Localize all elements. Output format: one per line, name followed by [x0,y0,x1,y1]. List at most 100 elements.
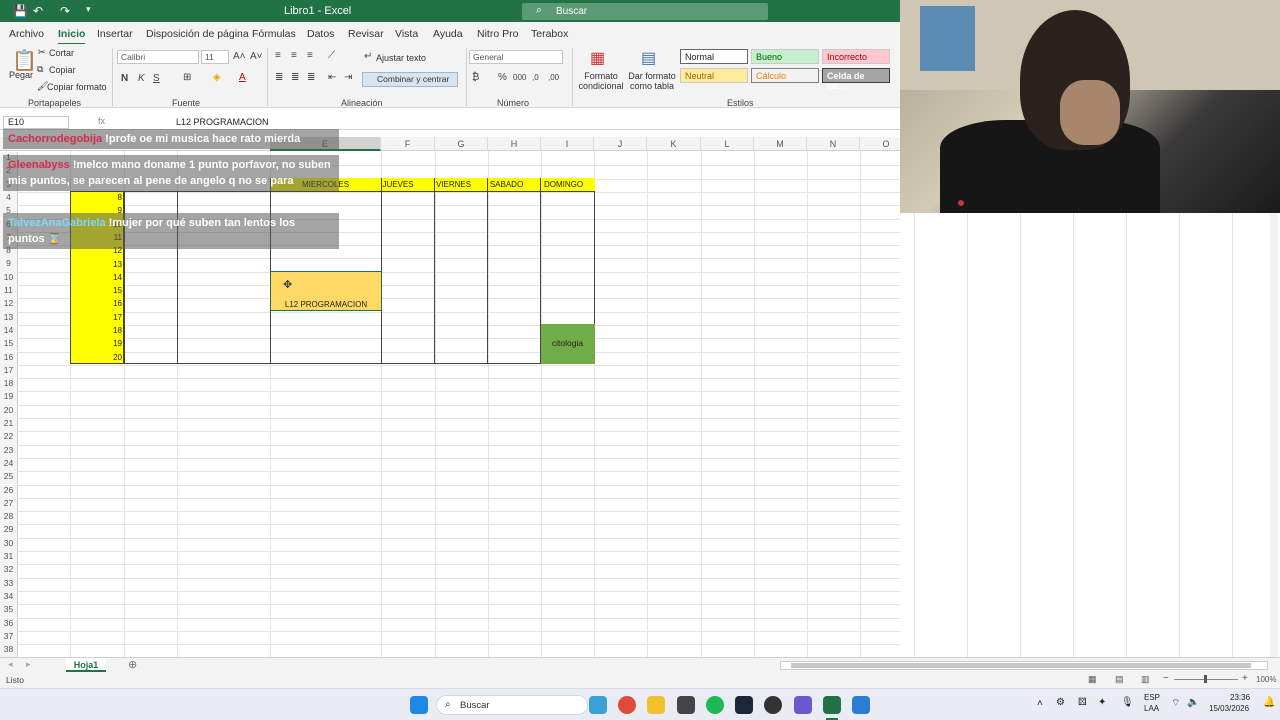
cell-citologia[interactable]: citologia [541,324,595,364]
spotify-icon[interactable] [706,696,724,714]
tray-app-icon[interactable]: ⚙ [1056,697,1065,708]
tray-app-icon[interactable]: ⚄ [1078,697,1087,708]
align-top-icon[interactable]: ≡ [275,50,281,61]
column-header-f[interactable]: F [381,137,435,151]
row-header[interactable]: 34 [0,590,18,605]
align-right-icon[interactable]: ≣ [307,72,315,83]
notepad-icon[interactable] [852,696,870,714]
tray-app-icon[interactable]: ✦ [1098,697,1106,708]
wrap-text-icon[interactable]: ↵ [364,51,372,62]
italic-icon[interactable]: K [138,73,145,84]
percent-icon[interactable]: % [498,72,507,83]
hour-cell[interactable]: 16 [70,298,122,309]
row-header[interactable]: 10 [0,271,18,285]
zoom-in-icon[interactable]: + [1242,673,1248,684]
zoom-out-icon[interactable]: − [1163,673,1169,684]
row-header[interactable]: 13 [0,311,18,325]
add-sheet-icon[interactable]: ⊕ [128,658,137,671]
row-header[interactable]: 29 [0,524,18,538]
steam-icon[interactable] [735,696,753,714]
copilot-icon[interactable] [589,696,607,714]
column-header-g[interactable]: G [435,137,488,151]
page-break-icon[interactable]: ▥ [1141,674,1150,685]
style-bueno[interactable]: Bueno [751,49,819,64]
style-celda[interactable]: Celda de co... [822,68,890,91]
vertical-scrollbar[interactable] [1270,213,1278,657]
zoom-level[interactable]: 100% [1256,675,1276,684]
paste-button[interactable]: Pegar [9,70,33,80]
align-center-icon[interactable]: ≣ [291,72,299,83]
row-header[interactable]: 28 [0,511,18,525]
prev-sheet-icon[interactable]: ◂ [8,659,13,670]
wrap-text-button[interactable]: Ajustar texto [376,53,426,63]
hour-cell[interactable]: 17 [70,312,122,323]
volume-icon[interactable]: 🔈 [1187,697,1199,708]
tray-chevron-icon[interactable]: ˄ [1037,698,1043,709]
currency-icon[interactable]: ₿ [472,72,479,83]
tab-datos[interactable]: Datos [307,28,334,40]
increase-decimal-icon[interactable]: ,0 [532,73,539,82]
increase-indent-icon[interactable]: ⇥ [344,72,352,83]
cut-button[interactable]: Cortar [49,48,74,58]
align-bottom-icon[interactable]: ≡ [307,50,313,61]
row-header[interactable]: 17 [0,364,18,379]
style-calculo[interactable]: Cálculo [751,68,819,83]
notifications-icon[interactable]: 🔔 [1263,697,1275,708]
column-header-o[interactable]: O [860,137,900,151]
borders-icon[interactable]: ⊞ [183,72,191,83]
row-header[interactable]: 23 [0,444,18,458]
row-header[interactable]: 30 [0,537,18,551]
column-header-i[interactable]: I [541,137,594,151]
cut-icon[interactable]: ✂ [38,47,46,58]
row-header[interactable]: 19 [0,391,18,405]
row-header[interactable]: 20 [0,404,18,418]
column-header-k[interactable]: K [647,137,701,151]
name-box[interactable]: E10 [3,116,69,129]
number-format-select[interactable]: General [469,50,563,64]
hour-cell[interactable]: 15 [70,285,122,296]
chrome-icon[interactable] [618,696,636,714]
redo-icon[interactable]: ↷ [60,4,70,18]
align-left-icon[interactable]: ≣ [275,72,283,83]
normal-view-icon[interactable]: ▦ [1088,674,1097,685]
tab-archivo[interactable]: Archivo [9,28,44,40]
shrink-font-icon[interactable]: A˅ [250,51,263,62]
column-header-h[interactable]: H [488,137,541,151]
row-header[interactable]: 31 [0,551,18,565]
row-header[interactable]: 38 [0,644,18,657]
undo-icon[interactable]: ↶ [33,4,43,18]
tab-inicio[interactable]: Inicio [58,28,86,45]
language-indicator[interactable]: ESP [1144,693,1160,702]
style-neutral[interactable]: Neutral [680,68,748,83]
row-header[interactable]: 36 [0,617,18,631]
row-header[interactable]: 21 [0,418,18,432]
header-jueves[interactable]: JUEVES [381,179,415,190]
hour-cell[interactable]: 18 [70,325,122,336]
conditional-format-icon[interactable]: ▦ [590,48,605,68]
fx-icon[interactable]: fx [98,116,105,126]
scroll-thumb[interactable] [791,663,1251,668]
underline-icon[interactable]: S [153,73,160,84]
tab-terabox[interactable]: Terabox [531,28,568,40]
column-header-m[interactable]: M [754,137,807,151]
row-header[interactable]: 24 [0,457,18,472]
decrease-decimal-icon[interactable]: ,00 [548,73,559,82]
header-domingo[interactable]: DOMINGO [541,179,586,190]
row-header[interactable]: 32 [0,564,18,578]
sheet-tab-hoja1[interactable]: Hoja1 [66,658,106,672]
row-header[interactable]: 37 [0,630,18,645]
format-painter-button[interactable]: Copiar formato [47,82,107,92]
hour-cell[interactable]: 13 [70,259,122,270]
taskbar-search[interactable]: ⌕ Buscar [436,695,588,715]
tab-formulas[interactable]: Fórmulas [252,28,296,40]
grow-font-icon[interactable]: A˄ [233,51,246,62]
column-header-l[interactable]: L [701,137,754,151]
language-indicator-sub[interactable]: LAA [1144,704,1159,713]
row-header[interactable]: 18 [0,378,18,392]
next-sheet-icon[interactable]: ▸ [26,659,31,670]
tab-insertar[interactable]: Insertar [97,28,133,40]
row-header[interactable]: 16 [0,351,18,365]
font-color-icon[interactable]: A [239,72,246,83]
row-header[interactable]: 26 [0,484,18,498]
clock-date[interactable]: 15/03/2026 [1209,704,1249,713]
